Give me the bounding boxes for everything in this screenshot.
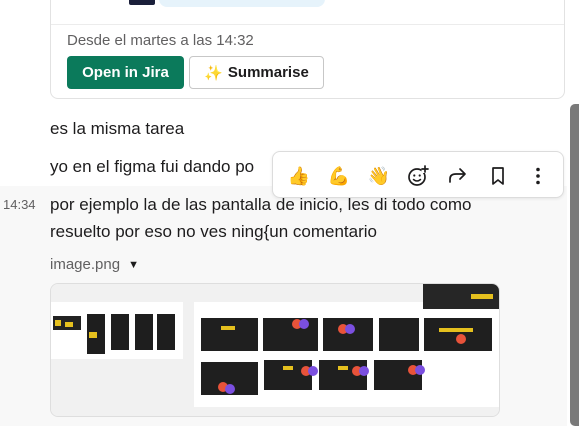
scrollbar-thumb[interactable] — [570, 104, 579, 426]
open-in-jira-button[interactable]: Open in Jira — [67, 56, 184, 89]
jira-issue-avatar — [129, 0, 155, 5]
image-preview — [51, 284, 499, 416]
message-text: por ejemplo la de las pantalla de inicio… — [50, 195, 472, 214]
add-reaction-icon[interactable] — [404, 162, 432, 190]
sparkles-icon: ✨ — [204, 64, 223, 82]
caret-down-icon[interactable]: ▼ — [128, 259, 139, 271]
jira-unfurl-card: Desde el martes a las 14:32 Open in Jira… — [50, 0, 565, 99]
card-since-text: Desde el martes a las 14:32 — [67, 32, 254, 49]
message-text: yo en el figma fui dando po — [50, 157, 255, 176]
summarise-button[interactable]: ✨ Summarise — [189, 56, 324, 89]
message-text: es la misma tarea — [50, 119, 185, 138]
image-attachment[interactable] — [50, 283, 500, 417]
bookmark-icon[interactable] — [484, 162, 512, 190]
summarise-label: Summarise — [227, 64, 309, 81]
waving-hand-emoji[interactable]: 👋 — [365, 162, 393, 190]
attachment-file-name: image.png — [50, 256, 121, 273]
message-timestamp[interactable]: 14:34 — [3, 197, 36, 212]
forward-icon[interactable] — [444, 162, 472, 190]
thumbs-up-emoji[interactable]: 👍 — [285, 162, 313, 190]
message-actions-toolbar: 👍 💪 👋 — [272, 151, 564, 198]
more-actions-icon[interactable] — [524, 162, 552, 190]
jira-status-pill — [159, 0, 325, 7]
card-divider — [51, 24, 564, 25]
message-text: resuelto por eso no ves ning{un comentar… — [50, 222, 377, 241]
flexed-biceps-emoji[interactable]: 💪 — [325, 162, 353, 190]
attachment-header: image.png ▼ — [50, 256, 139, 273]
